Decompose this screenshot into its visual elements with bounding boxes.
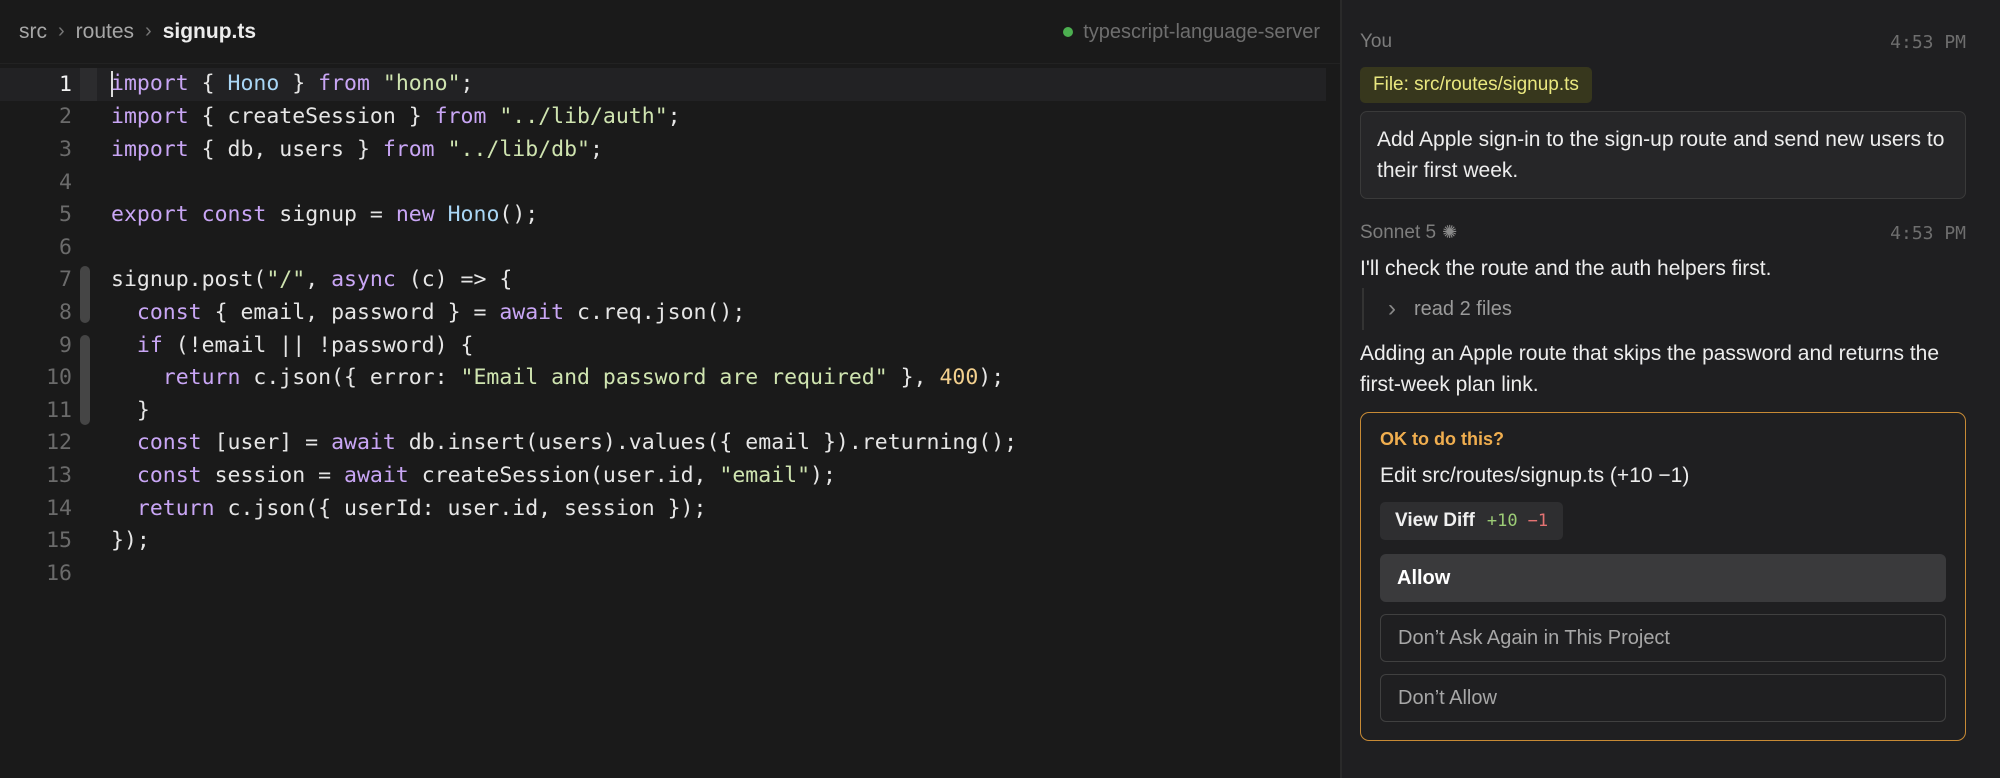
tool-call-label: read 2 files <box>1414 297 1512 320</box>
code-line[interactable]: 4 <box>0 166 1326 199</box>
sender-name: You <box>1360 31 1393 52</box>
line-number: 16 <box>46 560 72 586</box>
line-number: 12 <box>46 430 72 456</box>
code-text: import { createSession } from "../lib/au… <box>111 104 681 130</box>
code-line[interactable]: 9 if (!email || !password) { <box>0 329 1326 362</box>
allow-button[interactable]: Allow <box>1380 554 1946 602</box>
chat-panel: You 4:53 PM File: src/routes/signup.ts A… <box>1342 0 2000 778</box>
code-text: const session = await createSession(user… <box>136 462 836 488</box>
line-number: 5 <box>59 202 72 228</box>
code-line[interactable]: 12 const [user] = await db.insert(users)… <box>0 427 1326 460</box>
gutter <box>72 459 111 492</box>
code-area[interactable]: 1 import { Hono } from "hono"; 2 import { … <box>0 68 1326 590</box>
tool-call-summary[interactable]: › read 2 files <box>1362 288 1966 330</box>
code-line[interactable]: 15}); <box>0 524 1326 557</box>
code-text: signup.post("/", async (c) => { <box>111 267 513 293</box>
line-number: 1 <box>59 71 72 97</box>
assistant-message: Adding an Apple route that skips the pas… <box>1360 342 1940 396</box>
chevron-right-icon: › <box>58 20 65 42</box>
line-number: 13 <box>46 462 72 488</box>
gutter <box>72 133 111 166</box>
assistant-name: Sonnet 5 <box>1360 222 1437 243</box>
lsp-status[interactable]: typescript-language-server <box>1063 0 1320 64</box>
dont-ask-again-button[interactable]: Don’t Ask Again in This Project <box>1380 614 1946 662</box>
code-line[interactable]: 13 const session = await createSession(u… <box>0 459 1326 492</box>
permission-action: Edit src/routes/signup.ts (+10 −1) <box>1380 464 1690 487</box>
file-context-chip[interactable]: File: src/routes/signup.ts <box>1360 67 1592 103</box>
gutter <box>72 524 111 557</box>
code-line[interactable]: 11 } <box>0 393 1326 427</box>
code-text: import { db, users } from "../lib/db"; <box>111 136 603 162</box>
lsp-label: typescript-language-server <box>1083 20 1320 43</box>
line-number: 8 <box>59 299 72 325</box>
code-line[interactable]: 2 import { createSession } from "../lib/a… <box>0 101 1326 134</box>
code-text: export const signup = new Hono(); <box>111 202 539 228</box>
change-gutter-marker <box>72 361 111 394</box>
timestamp: 4:53 PM <box>1890 222 1966 244</box>
lines-removed: −1 <box>1527 511 1549 531</box>
line-number: 15 <box>46 528 72 554</box>
status-dot-icon <box>1063 27 1074 37</box>
assistant-message: I'll check the route and the auth helper… <box>1360 257 1772 280</box>
gutter <box>72 427 111 460</box>
user-message: Add Apple sign-in to the sign-up route a… <box>1360 111 1966 199</box>
code-text: if (!email || !password) { <box>136 332 474 358</box>
breadcrumb-src[interactable]: src <box>19 20 47 44</box>
code-line[interactable]: 16 <box>0 557 1326 590</box>
chevron-right-icon: › <box>1388 295 1396 322</box>
breadcrumb: src › routes › signup.ts typescript-lang… <box>0 0 1340 64</box>
timestamp: 4:53 PM <box>1890 31 1966 53</box>
breadcrumb-file[interactable]: signup.ts <box>163 20 256 44</box>
line-number: 11 <box>46 397 72 423</box>
code-text: const [user] = await db.insert(users).va… <box>136 430 1018 456</box>
user-message-header: You 4:53 PM <box>1360 28 1966 56</box>
view-diff-label: View Diff <box>1395 510 1475 531</box>
line-number: 14 <box>46 495 72 521</box>
assistant-name-wrap: Sonnet 5 ✺ <box>1360 222 1457 244</box>
assistant-message-header: Sonnet 5 ✺ 4:53 PM <box>1360 219 1966 247</box>
view-diff-button[interactable]: View Diff +10 −1 <box>1380 502 1564 540</box>
code-text: }); <box>111 528 150 554</box>
gutter <box>72 166 111 199</box>
code-line[interactable]: 10 return c.json({ error: "Email and pas… <box>0 361 1326 394</box>
code-line[interactable]: 14 return c.json({ userId: user.id, sess… <box>0 492 1326 525</box>
lines-added: +10 <box>1486 511 1518 531</box>
code-line[interactable]: 7 signup.post("/", async (c) => { <box>0 264 1326 298</box>
gutter <box>72 557 111 590</box>
line-number: 7 <box>59 267 72 293</box>
app-window: src › routes › signup.ts typescript-lang… <box>0 0 2000 778</box>
code-text: return c.json({ error: "Email and passwo… <box>162 365 1005 391</box>
gutter <box>72 492 111 525</box>
code-text: const { email, password } = await c.req.… <box>136 299 746 325</box>
change-gutter-marker <box>72 264 111 298</box>
code-line[interactable]: 1 import { Hono } from "hono"; <box>0 68 1326 101</box>
breadcrumb-routes[interactable]: routes <box>76 20 134 44</box>
change-gutter-marker <box>72 329 111 362</box>
chevron-right-icon: › <box>145 20 152 42</box>
line-number: 2 <box>59 104 72 130</box>
code-text: import { Hono } from "hono"; <box>111 71 474 98</box>
change-gutter-marker <box>72 393 111 427</box>
spinner-icon: ✺ <box>1442 222 1458 242</box>
line-number: 10 <box>46 365 72 391</box>
line-number: 6 <box>59 234 72 260</box>
line-number: 3 <box>59 136 72 162</box>
gutter <box>72 198 111 231</box>
code-text: return c.json({ userId: user.id, session… <box>136 495 707 521</box>
code-line[interactable]: 5 export const signup = new Hono(); <box>0 198 1326 231</box>
gutter <box>72 68 111 101</box>
gutter <box>72 231 111 264</box>
dont-allow-button[interactable]: Don’t Allow <box>1380 674 1946 722</box>
change-gutter-marker <box>72 296 111 329</box>
code-line[interactable]: 6 <box>0 231 1326 264</box>
permission-prompt: OK to do this? Edit src/routes/signup.ts… <box>1360 412 1966 741</box>
code-line[interactable]: 3 import { db, users } from "../lib/db"; <box>0 133 1326 166</box>
permission-heading: OK to do this? <box>1380 429 1504 449</box>
code-text: } <box>111 397 150 423</box>
line-number: 9 <box>59 332 72 358</box>
line-number: 4 <box>59 169 72 195</box>
gutter <box>72 101 111 134</box>
code-editor: src › routes › signup.ts typescript-lang… <box>0 0 1340 778</box>
code-line[interactable]: 8 const { email, password } = await c.re… <box>0 296 1326 329</box>
